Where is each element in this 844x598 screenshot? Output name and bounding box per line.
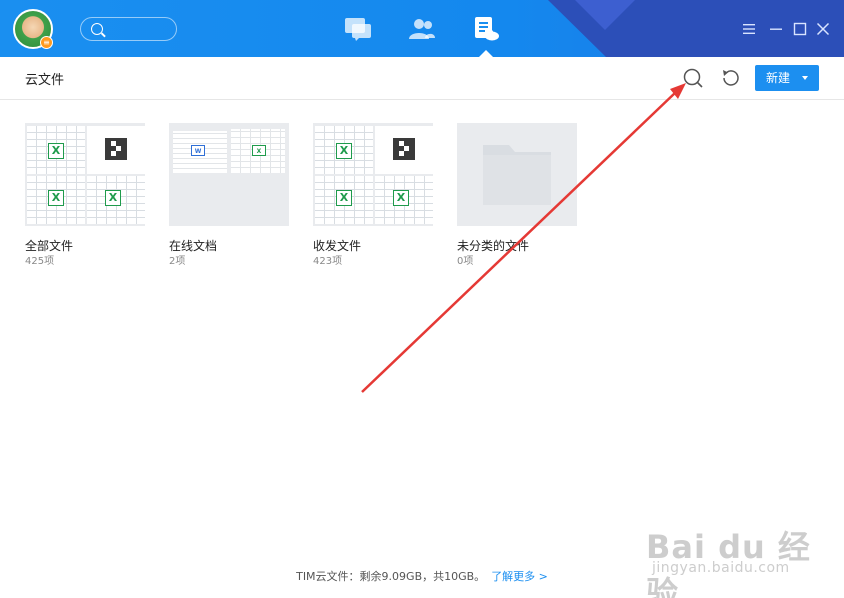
search-icon — [91, 23, 103, 35]
excel-icon: X — [48, 190, 64, 206]
folder-count: 2项 — [169, 256, 186, 267]
excel-icon: X — [252, 145, 266, 156]
toolbar: 云文件 新建 — [0, 57, 844, 100]
qr-code-icon — [105, 138, 127, 160]
learn-more-link[interactable]: 了解更多 > — [491, 570, 548, 583]
watermark-url: jingyan.baidu.com — [652, 560, 790, 576]
minimize-icon[interactable] — [768, 21, 784, 37]
baidu-watermark-logo: Bai du 经验 jingyan.baidu.com — [646, 508, 836, 598]
folder-name: 收发文件 — [313, 239, 362, 253]
qr-preview — [375, 126, 433, 174]
folder-thumbnail: X X X — [25, 123, 145, 226]
folder-count: 425项 — [25, 256, 55, 267]
storage-info: TIM云文件：剩余9.09GB，共10GB。 — [296, 570, 486, 583]
excel-icon: X — [105, 190, 121, 206]
excel-preview: X — [27, 126, 85, 174]
folder-count: 423项 — [313, 256, 343, 267]
refresh-icon[interactable] — [719, 67, 741, 89]
excel-icon: X — [48, 143, 64, 159]
folder-card-transferred-files[interactable]: X X X 收发文件 423项 — [313, 123, 433, 269]
excel-preview: X — [315, 176, 373, 224]
cloud-docs-nav-icon[interactable] — [472, 16, 502, 42]
title-bar: ≡ — [0, 0, 844, 57]
chevron-down-icon — [802, 76, 808, 80]
folder-card-online-docs[interactable]: W X 在线文档 2项 — [169, 123, 289, 269]
folder-count: 0项 — [457, 256, 474, 267]
maximize-icon[interactable] — [792, 21, 808, 37]
menu-icon[interactable] — [741, 21, 757, 37]
excel-preview: X — [375, 176, 433, 224]
folder-thumbnail: X X X — [313, 123, 433, 226]
excel-icon: X — [336, 143, 352, 159]
search-icon[interactable] — [682, 67, 704, 89]
folder-name: 全部文件 — [25, 239, 74, 253]
folder-name: 未分类的文件 — [457, 239, 530, 253]
folder-thumbnail: W X — [169, 123, 289, 226]
excel-icon: X — [393, 190, 409, 206]
word-doc-icon: W — [191, 145, 205, 156]
folder-card-uncategorized[interactable]: 未分类的文件 0项 — [457, 123, 577, 269]
page-title: 云文件 — [25, 73, 65, 88]
folder-name: 在线文档 — [169, 239, 218, 253]
active-tab-indicator — [479, 50, 493, 57]
new-button-label: 新建 — [766, 71, 791, 85]
folder-card-all-files[interactable]: X X X 全部文件 425项 — [25, 123, 145, 269]
excel-icon: X — [336, 190, 352, 206]
excel-preview: X — [27, 176, 85, 224]
qr-code-icon — [393, 138, 415, 160]
folder-icon — [483, 145, 551, 205]
messages-nav-icon[interactable] — [343, 16, 373, 42]
qr-preview — [87, 126, 145, 174]
folder-thumbnail — [457, 123, 577, 226]
contacts-nav-icon[interactable] — [407, 16, 437, 42]
excel-preview: X — [315, 126, 373, 174]
new-button[interactable]: 新建 — [755, 65, 819, 91]
global-search-box[interactable] — [80, 17, 177, 41]
status-badge-icon[interactable]: ≡ — [40, 36, 53, 49]
excel-preview: X — [87, 176, 145, 224]
close-icon[interactable] — [815, 21, 831, 37]
